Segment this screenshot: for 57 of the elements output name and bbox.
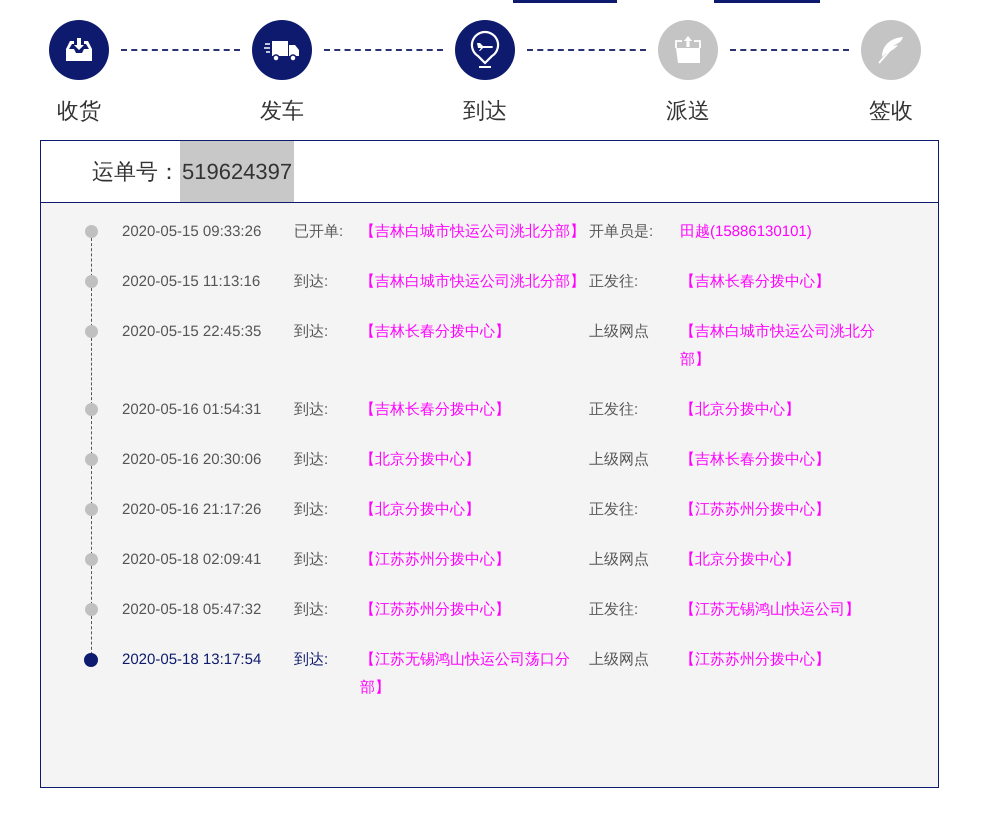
event-action: 到达: — [294, 650, 330, 670]
event-location: 【吉林白城市快运公司洮北分部】 — [360, 272, 586, 292]
event-time: 2020-05-18 13:17:54 — [122, 650, 262, 670]
event-detail-value: 【江苏苏州分拨中心】 — [680, 650, 831, 670]
event-detail-value: 【北京分拨中心】 — [680, 550, 801, 570]
truck-icon — [264, 38, 300, 62]
event-detail-label: 正发往: — [589, 272, 640, 292]
step-label: 派送 — [666, 97, 710, 125]
event-detail-label: 正发往: — [589, 500, 640, 520]
event-action: 到达: — [294, 550, 330, 570]
event-detail-value: 【江苏无锡鸿山快运公司】 — [680, 600, 861, 620]
feather-icon — [876, 35, 906, 65]
event-detail-value: 【江苏苏州分拨中心】 — [680, 500, 831, 520]
event-detail-value: 【吉林白城市快运公司洮北分部】 — [680, 322, 876, 370]
event-detail-value: 【北京分拨中心】 — [680, 400, 801, 420]
event-time: 2020-05-16 01:54:31 — [122, 400, 262, 420]
event-location: 【江苏苏州分拨中心】 — [360, 550, 511, 570]
folder-upload-icon — [673, 35, 703, 65]
event-location: 【北京分拨中心】 — [360, 450, 481, 470]
plane-pin-icon — [470, 30, 500, 70]
event-detail-label: 上级网点 — [589, 450, 650, 470]
event-action: 到达: — [294, 322, 330, 342]
event-location: 【江苏苏州分拨中心】 — [360, 600, 511, 620]
event-detail-value: 【吉林长春分拨中心】 — [680, 272, 831, 292]
event-time: 2020-05-16 21:17:26 — [122, 500, 262, 520]
event-detail-label: 正发往: — [589, 600, 640, 620]
step-label: 签收 — [869, 97, 913, 125]
waybill-label: 运单号： — [92, 158, 180, 186]
event-action: 到达: — [294, 500, 330, 520]
event-time: 2020-05-15 09:33:26 — [122, 222, 262, 242]
event-detail-label: 开单员是: — [589, 222, 654, 242]
event-detail-label: 上级网点 — [589, 650, 650, 670]
event-time: 2020-05-15 11:13:16 — [122, 272, 262, 292]
step-label: 到达 — [463, 97, 507, 125]
step-label: 发车 — [260, 97, 304, 125]
event-action: 到达: — [294, 272, 330, 292]
event-location: 【北京分拨中心】 — [360, 500, 481, 520]
event-action: 已开单: — [294, 222, 344, 242]
event-detail-label: 上级网点 — [589, 322, 650, 342]
inbox-icon — [64, 37, 94, 63]
event-detail-value: 田越(15886130101) — [680, 222, 813, 242]
event-time: 2020-05-16 20:30:06 — [122, 450, 262, 470]
event-detail-label: 上级网点 — [589, 550, 650, 570]
step-label: 收货 — [57, 97, 101, 125]
event-detail-value: 【吉林长春分拨中心】 — [680, 450, 831, 470]
event-action: 到达: — [294, 400, 330, 420]
event-time: 2020-05-18 05:47:32 — [122, 600, 262, 620]
event-location: 【吉林白城市快运公司洮北分部】 — [360, 222, 586, 242]
waybill-number: 519624397 — [180, 141, 294, 202]
event-action: 到达: — [294, 450, 330, 470]
event-location: 【吉林长春分拨中心】 — [360, 400, 511, 420]
event-time: 2020-05-18 02:09:41 — [122, 550, 262, 570]
event-detail-label: 正发往: — [589, 400, 640, 420]
event-time: 2020-05-15 22:45:35 — [122, 322, 262, 342]
event-location: 【吉林长春分拨中心】 — [360, 322, 511, 342]
event-action: 到达: — [294, 600, 330, 620]
event-location: 【江苏无锡鸿山快运公司荡口分部】 — [360, 650, 571, 698]
